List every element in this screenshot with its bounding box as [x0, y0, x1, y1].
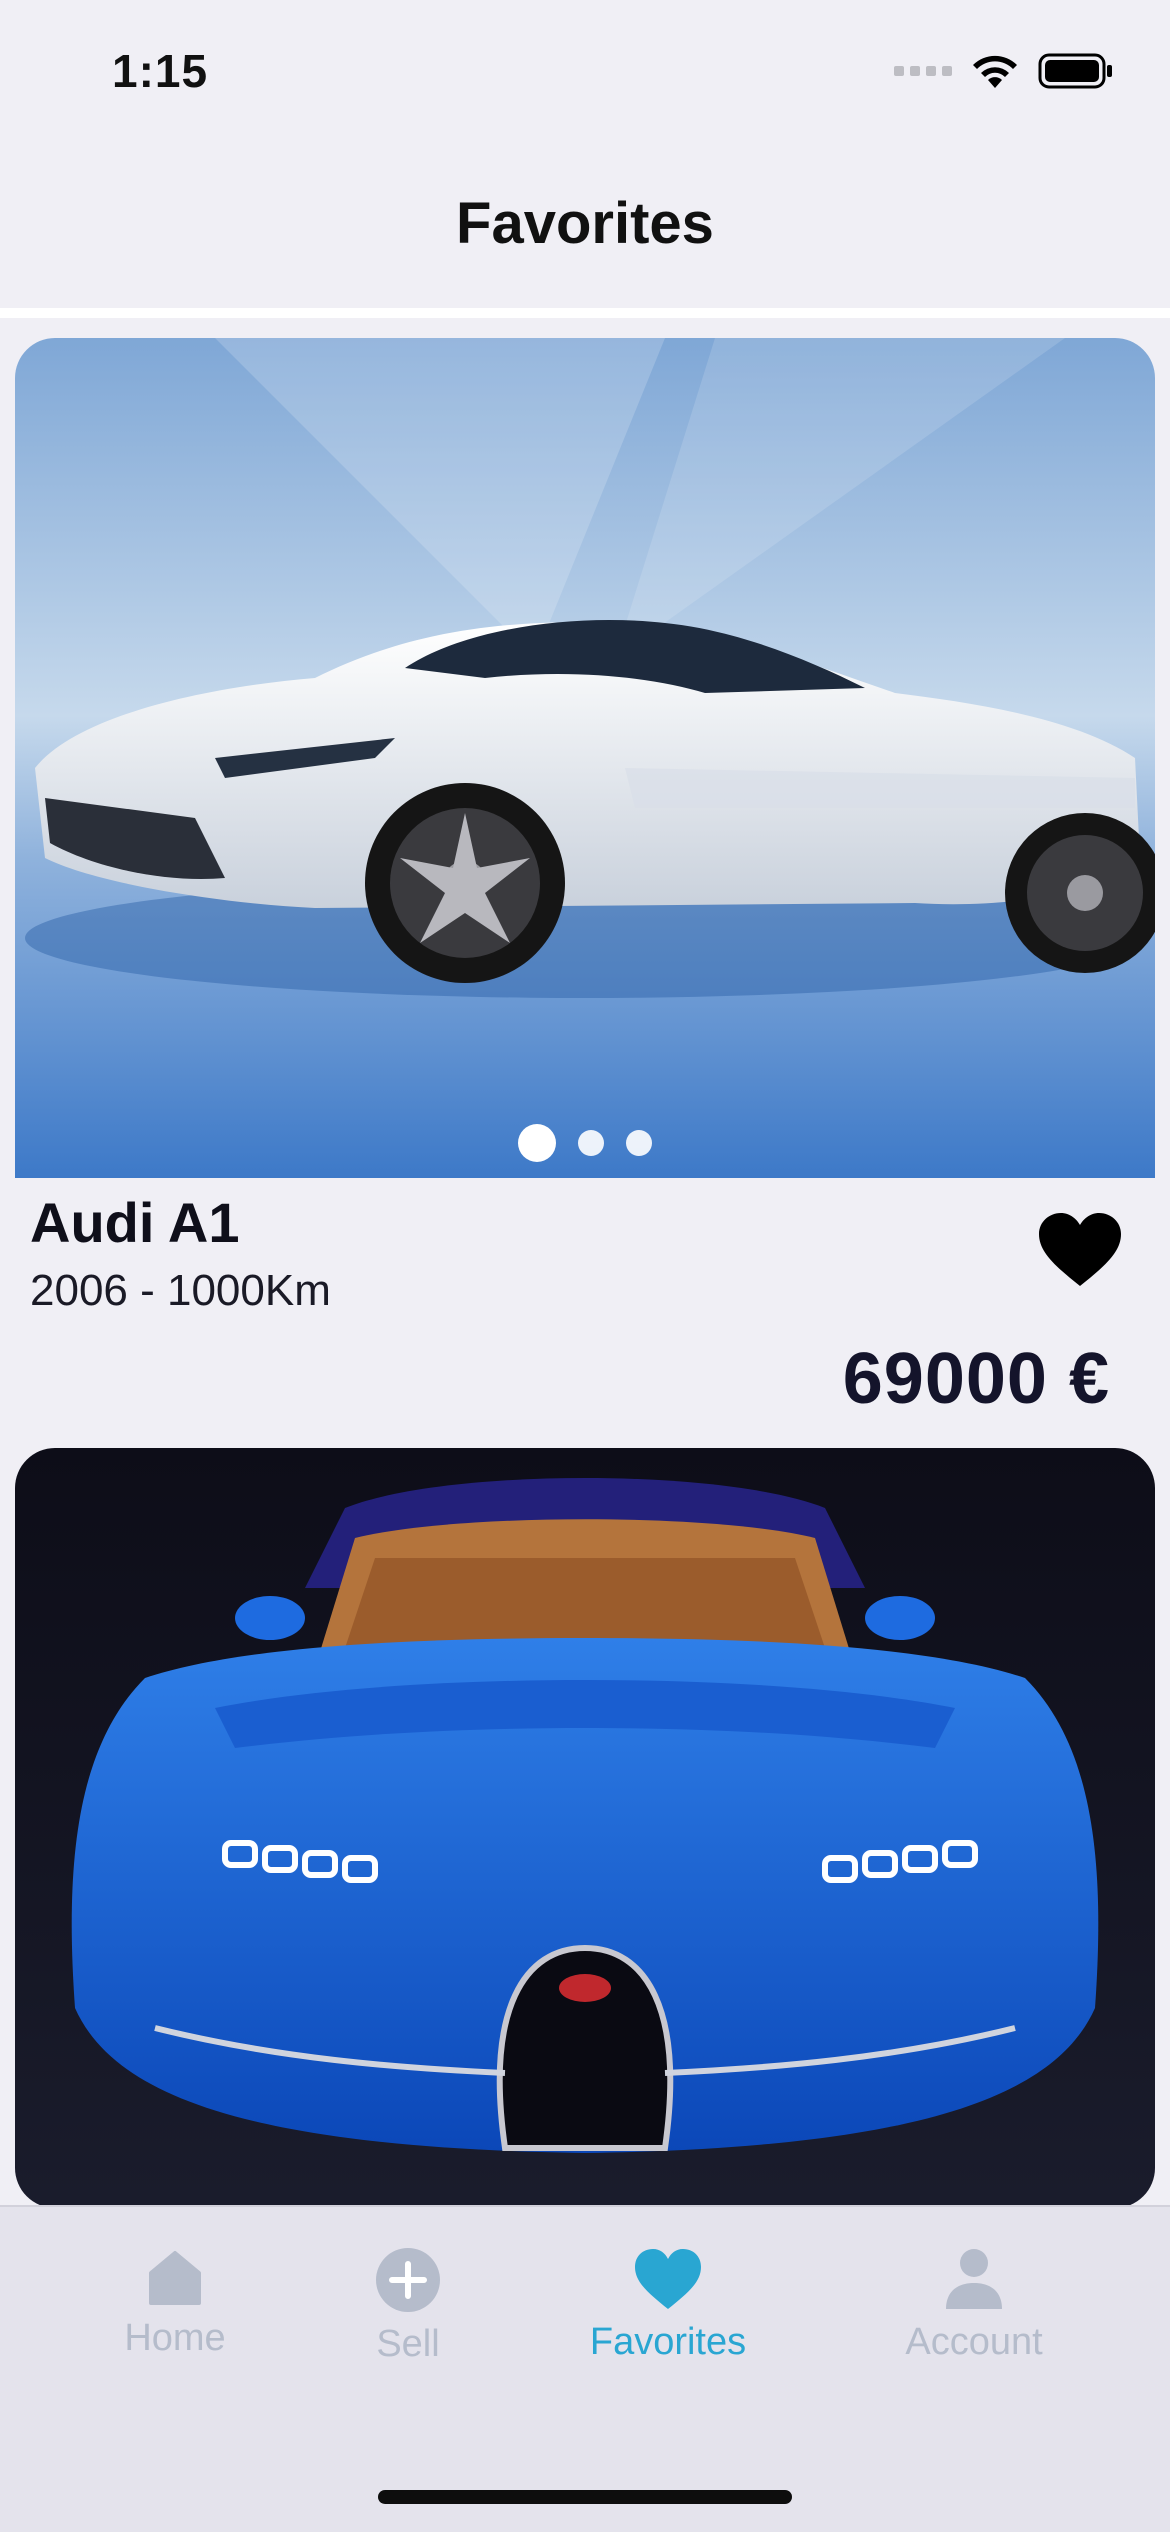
listing-card[interactable] — [15, 1448, 1155, 2208]
person-icon — [946, 2249, 1002, 2309]
header-divider — [0, 308, 1170, 318]
tab-sell-label: Sell — [376, 2323, 440, 2365]
wifi-icon — [973, 55, 1017, 88]
car-name: Audi A1 — [30, 1191, 240, 1254]
car-photo[interactable] — [15, 338, 1155, 1178]
car-price: 69000 € — [842, 1339, 1110, 1419]
home-indicator[interactable] — [378, 2490, 792, 2504]
home-icon — [149, 2251, 201, 2305]
status-icons — [894, 52, 1114, 90]
blue-hypercar-image — [15, 1448, 1155, 2208]
tab-bar: Home Sell Favorites Account — [0, 2205, 1170, 2532]
carousel-dot[interactable] — [578, 1130, 604, 1156]
heart-icon — [1039, 1213, 1121, 1286]
car-year-mileage: 2006 - 1000Km — [30, 1266, 331, 1315]
carousel-dots[interactable] — [15, 1124, 1155, 1162]
favorite-button[interactable] — [1035, 1210, 1125, 1290]
nav-header: Favorites — [0, 150, 1170, 310]
tab-account[interactable]: Account — [854, 2247, 1094, 2364]
tab-favorites[interactable]: Favorites — [548, 2247, 788, 2364]
white-sports-car-image — [15, 338, 1155, 1178]
status-bar: 1:15 — [0, 0, 1170, 150]
tab-home[interactable]: Home — [55, 2247, 295, 2360]
listing-info: Audi A1 2006 - 1000Km 69000 € — [15, 1178, 1155, 1433]
carousel-dot-active[interactable] — [518, 1124, 556, 1162]
plus-circle-icon — [376, 2248, 440, 2312]
carousel-dot[interactable] — [626, 1130, 652, 1156]
tab-sell[interactable]: Sell — [288, 2247, 528, 2366]
car-photo[interactable] — [15, 1448, 1155, 2208]
tab-home-label: Home — [124, 2317, 226, 2359]
cellular-signal-icon — [894, 66, 952, 76]
listing-card[interactable]: Audi A1 2006 - 1000Km 69000 € — [15, 338, 1155, 1433]
tab-favorites-label: Favorites — [589, 2321, 747, 2363]
status-time: 1:15 — [112, 45, 209, 97]
battery-icon — [1038, 53, 1112, 89]
heart-icon — [635, 2249, 701, 2309]
favorites-screen: 1:15 Favorites Audi A1 2006 - 1000Km 690… — [0, 0, 1170, 2532]
tab-account-label: Account — [905, 2321, 1043, 2363]
page-title: Favorites — [456, 191, 714, 256]
